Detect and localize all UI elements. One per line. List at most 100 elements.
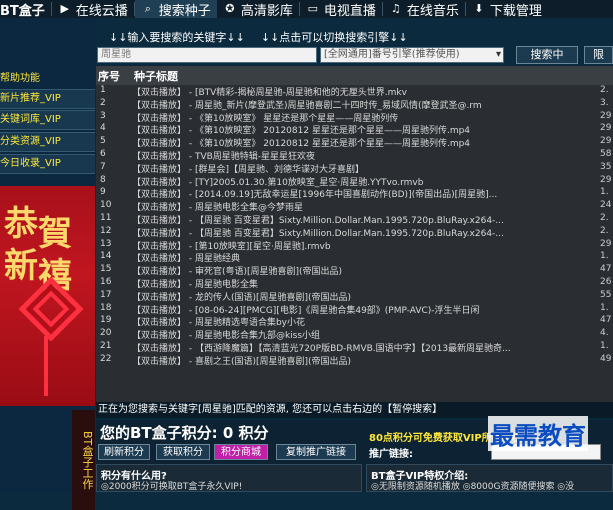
row-title: 【双击播放】 - 周星驰经典 — [132, 254, 240, 265]
row-size: 1. — [600, 340, 609, 351]
table-row[interactable]: 22 【双击播放】 - 喜剧之王(国语)[周星驰喜剧](帝国出品) 49 — [96, 354, 613, 367]
row-size: 1. — [600, 302, 609, 313]
table-row[interactable]: 6 【双击播放】 - TVB周星驰特辑-星星星狂欢夜 58 — [96, 149, 613, 162]
row-number: 18 — [100, 302, 112, 313]
vip-benefits-items: ◎无限制资源随机播放 ◎8000G资源随便搜索 ◎没 — [371, 482, 575, 492]
sidebar-item-new-releases[interactable]: 新片推荐_VIP — [0, 89, 95, 109]
row-title: 【双击播放】 - 周星驰电影全集@今梦雨星 — [132, 203, 303, 214]
row-size: 47 — [600, 315, 612, 326]
table-header: 序号 种子标题 — [96, 66, 613, 85]
search-hints: ↓↓输入要搜索的关键字↓↓ ↓↓点击可以切换搜索引擎↓↓ — [97, 28, 613, 46]
top-toolbar: BT盒子 ▶ 在线云播 ⌕ 搜索种子 ✪ 高清影库 ▭ 电视直播 ♫ 在线音乐 ⬇ 下载管理 — [0, 0, 613, 19]
row-number: 6 — [100, 148, 106, 159]
row-size: 2. — [600, 225, 609, 236]
row-title: 【双击播放】 - [TY]2005.01.30.第10放映室_星空·周星驰.YY… — [132, 177, 424, 188]
row-title: 【双击播放】 - [BTV精彩-揭秘周星驰-周星驰和他的无厘头世界.mkv — [132, 88, 407, 98]
tab-tv-live[interactable]: ▭ 电视直播 — [300, 0, 382, 19]
table-row[interactable]: 14 【双击播放】 - 周星驰经典 1. — [96, 251, 613, 264]
refresh-points-button[interactable]: 刷新积分 — [98, 444, 150, 460]
table-row[interactable]: 16 【双击播放】 - 周星驰电影全集 26 — [96, 277, 613, 290]
play-icon: ▶ — [60, 2, 70, 15]
search-input[interactable]: 周星驰 — [97, 47, 317, 63]
engine-select[interactable]: [全网通用]番号引擎(推荐使用) ▾ — [320, 47, 504, 63]
row-number: 14 — [100, 251, 112, 262]
row-number: 16 — [100, 276, 112, 287]
row-title: 【双击播放】 - [2014.09.19]无敌幸运星[1996年中国喜剧动作(B… — [132, 190, 498, 201]
table-row[interactable]: 13 【双击播放】 - [第10放映室][星空·周星驰].rmvb 29 — [96, 239, 613, 252]
tab-online-play[interactable]: ▶ 在线云播 — [52, 0, 134, 19]
watermark: 最需教育 — [488, 416, 588, 451]
row-title: 【双击播放】 - 【西游降魔篇】【高清蓝光720P版BD-RMVB.国语中字】【… — [132, 343, 511, 354]
table-row[interactable]: 12 【双击播放】 - 【周星驰 百变星君】Sixty.Million.Dolla… — [96, 226, 613, 239]
row-size: 1. — [600, 251, 609, 262]
table-row[interactable]: 1 【双击播放】 - [BTV精彩-揭秘周星驰-周星驰和他的无厘头世界.mkv 2. — [96, 85, 613, 98]
table-row[interactable]: 21 【双击播放】 - 【西游降魔篇】【高清蓝光720P版BD-RMVB.国语中字… — [96, 341, 613, 354]
row-size: 55 — [600, 289, 612, 300]
row-title: 【双击播放】 - 《第10放映室》 20120812 星星还是那个星星——周星驰… — [132, 126, 471, 137]
column-header-title: 种子标题 — [134, 70, 178, 83]
row-title: 【双击播放】 - 【周星驰 百变星君】Sixty.Million.Dollar.… — [132, 228, 504, 239]
table-row[interactable]: 4 【双击播放】 - 《第10放映室》 20120812 星星还是那个星星——周星… — [96, 123, 613, 136]
row-number: 12 — [100, 225, 112, 236]
table-row[interactable]: 10 【双击播放】 - 周星驰电影全集@今梦雨星 24 — [96, 200, 613, 213]
table-body: 1 【双击播放】 - [BTV精彩-揭秘周星驰-周星驰和他的无厘头世界.mkv 2.… — [96, 85, 613, 367]
row-size: 49 — [600, 353, 612, 364]
engine-hint: ↓↓点击可以切换搜索引擎↓↓ — [260, 31, 408, 44]
tv-icon: ▭ — [307, 2, 319, 15]
results-table: 序号 种子标题 1 【双击播放】 - [BTV精彩-揭秘周星驰-周星驰和他的无厘头… — [96, 66, 613, 403]
row-title: 【双击播放】 - 《第10放映室》 20120812 星星还是那个星星——周星驰… — [132, 139, 471, 150]
row-size: 29 — [600, 238, 612, 249]
music-note-icon: ♫ — [390, 2, 401, 15]
table-row[interactable]: 3 【双击播放】 - 《第10放映室》 星星还是那个星星——周星驰列传 29 — [96, 111, 613, 124]
points-balance: 您的BT盒子积分: 0 积分 — [100, 424, 269, 442]
points-usage-item: ◎2000积分可换取BT盒子永久VIP! — [101, 482, 243, 492]
row-title: 【双击播放】 - [群星会]【周星驰、刘德华谍对大牙喜剧】 — [132, 164, 364, 175]
table-row[interactable]: 19 【双击播放】 - 周星驰精选粤语合集by小花 47 — [96, 315, 613, 328]
download-icon: ⬇ — [474, 2, 484, 15]
row-size: 2. — [600, 212, 609, 223]
table-row[interactable]: 5 【双击播放】 - 《第10放映室》 20120812 星星还是那个星星——周星… — [96, 136, 613, 149]
row-title: 【双击播放】 - 【周星驰 百变星君】Sixty.Million.Dollar.… — [132, 215, 504, 226]
table-row[interactable]: 8 【双击播放】 - [TY]2005.01.30.第10放映室_星空·周星驰.Y… — [96, 175, 613, 188]
points-mall-button[interactable]: 积分商城 — [214, 444, 268, 460]
row-title: 【双击播放】 - TVB周星驰特辑-星星星狂欢夜 — [132, 151, 316, 162]
copy-promo-link-button[interactable]: 复制推广链接 — [276, 444, 356, 460]
tab-search-seeds[interactable]: ⌕ 搜索种子 — [134, 0, 217, 19]
row-number: 19 — [100, 315, 112, 326]
row-number: 3 — [100, 110, 106, 121]
row-title: 【双击播放】 - 周星驰电影合集九部@kiss小组 — [132, 331, 321, 342]
sidebar-item-today-indexed[interactable]: 今日收录_VIP — [0, 154, 95, 174]
row-number: 13 — [100, 238, 112, 249]
row-size: 26 — [600, 276, 612, 287]
search-button[interactable]: 搜索中 — [516, 46, 578, 64]
row-size: 3. — [600, 97, 609, 108]
row-number: 17 — [100, 289, 112, 300]
table-row[interactable]: 20 【双击播放】 - 周星驰电影合集九部@kiss小组 4. — [96, 328, 613, 341]
sidebar-item-category-resources[interactable]: 分类资源_VIP — [0, 132, 95, 152]
row-title: 【双击播放】 - 周星驰精选粤语合集by小花 — [132, 318, 306, 329]
row-number: 15 — [100, 264, 112, 275]
row-number: 20 — [100, 328, 112, 339]
tassel-icon — [44, 336, 48, 396]
row-size: 1. — [600, 187, 609, 198]
table-row[interactable]: 7 【双击播放】 - [群星会]【周星驰、刘德华谍对大牙喜剧】 35 — [96, 162, 613, 175]
table-row[interactable]: 18 【双击播放】 - [08-06-24][PMCG][电影]《周星驰合集49部… — [96, 303, 613, 316]
row-size: 29 — [600, 174, 612, 185]
row-size: 29 — [600, 123, 612, 134]
help-link[interactable]: 帮助功能 — [0, 69, 40, 84]
table-row[interactable]: 2 【双击播放】 - 周星驰_新片(摩登武圣)周星驰喜剧二十四时传_易域风情(摩登… — [96, 98, 613, 111]
limit-button[interactable]: 限 — [584, 46, 613, 64]
table-row[interactable]: 17 【双击播放】 - 龙的传人(国语)[周星驰喜剧](帝国出品) 55 — [96, 290, 613, 303]
tab-label: 电视直播 — [323, 3, 376, 19]
get-points-button[interactable]: 获取积分 — [156, 444, 210, 460]
tab-hd-library[interactable]: ✪ 高清影库 — [217, 0, 299, 19]
tab-download-manager[interactable]: ⬇ 下载管理 — [466, 0, 548, 19]
table-row[interactable]: 11 【双击播放】 - 【周星驰 百变星君】Sixty.Million.Dolla… — [96, 213, 613, 226]
row-number: 8 — [100, 174, 106, 185]
table-row[interactable]: 9 【双击播放】 - [2014.09.19]无敌幸运星[1996年中国喜剧动作(… — [96, 187, 613, 200]
tab-online-music[interactable]: ♫ 在线音乐 — [383, 0, 465, 19]
row-number: 10 — [100, 200, 112, 211]
table-row[interactable]: 15 【双击播放】 - 审死官(粤语)[周星驰喜剧](帝国出品) 47 — [96, 264, 613, 277]
sidebar-item-keyword-library[interactable]: 关键词库_VIP — [0, 110, 95, 130]
tab-label: 在线音乐 — [406, 3, 459, 19]
